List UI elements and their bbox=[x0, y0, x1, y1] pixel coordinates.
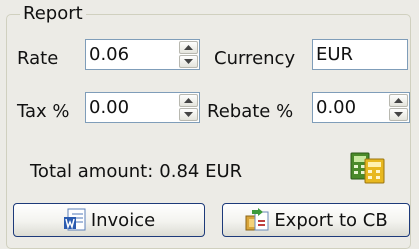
export-button-label: Export to CB bbox=[274, 209, 388, 231]
rate-spin-buttons bbox=[179, 41, 198, 68]
rate-label: Rate bbox=[17, 48, 59, 69]
export-icon bbox=[245, 208, 269, 231]
tax-spin-buttons bbox=[179, 94, 198, 121]
arrow-down-icon bbox=[184, 59, 193, 64]
rate-spinner[interactable] bbox=[85, 39, 200, 70]
rebate-decrease-button[interactable] bbox=[389, 108, 408, 121]
arrow-up-icon bbox=[394, 98, 403, 103]
currency-label: Currency bbox=[214, 48, 296, 69]
total-amount: Total amount: 0.84 EUR bbox=[30, 160, 242, 184]
word-document-icon bbox=[63, 208, 86, 231]
tax-input[interactable] bbox=[86, 93, 169, 122]
total-value: 0.84 EUR bbox=[159, 161, 243, 182]
calculator-icon[interactable] bbox=[350, 150, 386, 184]
arrow-down-icon bbox=[184, 112, 193, 117]
export-to-cb-button[interactable]: Export to CB bbox=[222, 203, 410, 237]
total-label: Total amount: bbox=[30, 161, 154, 182]
rate-increase-button[interactable] bbox=[179, 41, 198, 54]
rebate-spinner[interactable] bbox=[312, 92, 410, 123]
rebate-increase-button[interactable] bbox=[389, 94, 408, 107]
arrow-up-icon bbox=[184, 45, 193, 50]
rebate-input[interactable] bbox=[313, 93, 380, 122]
rate-input[interactable] bbox=[86, 40, 169, 69]
invoice-button-label: Invoice bbox=[90, 209, 156, 231]
tax-increase-button[interactable] bbox=[179, 94, 198, 107]
rebate-spin-buttons bbox=[389, 94, 408, 121]
rebate-label: Rebate % bbox=[207, 101, 294, 122]
tax-spinner[interactable] bbox=[85, 92, 200, 123]
currency-field[interactable] bbox=[312, 39, 408, 70]
tax-label: Tax % bbox=[17, 101, 70, 122]
arrow-up-icon bbox=[184, 98, 193, 103]
currency-input[interactable] bbox=[313, 40, 407, 69]
invoice-button[interactable]: Invoice bbox=[13, 203, 205, 237]
arrow-down-icon bbox=[394, 112, 403, 117]
report-group-title: Report bbox=[20, 3, 86, 25]
tax-decrease-button[interactable] bbox=[179, 108, 198, 121]
rate-decrease-button[interactable] bbox=[179, 55, 198, 68]
